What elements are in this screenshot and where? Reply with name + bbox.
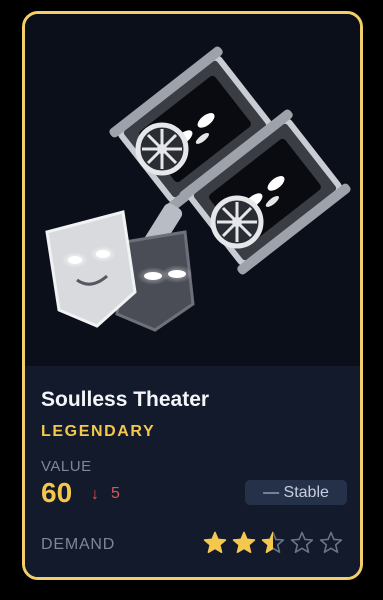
item-artwork xyxy=(25,14,360,366)
item-name: Soulless Theater xyxy=(41,388,210,411)
value-amount: 60 xyxy=(41,477,73,508)
star-icon xyxy=(290,531,314,554)
rarity-label: LEGENDARY xyxy=(41,423,156,440)
star-icon xyxy=(319,531,343,554)
item-card[interactable]: Soulless Theater LEGENDARY VALUE 60 ↓ 5 … xyxy=(22,11,363,580)
star-icon xyxy=(261,531,285,554)
value-change: ↓ 5 xyxy=(91,485,120,503)
trend-badge: — Stable xyxy=(245,480,347,505)
star-icon xyxy=(232,531,256,554)
value-change-amount: 5 xyxy=(111,485,120,502)
arrow-down-icon: ↓ xyxy=(91,486,99,503)
soulless-theater-art xyxy=(45,46,351,332)
star-icon xyxy=(203,531,227,554)
demand-label: DEMAND xyxy=(41,536,116,553)
trend-label: — Stable xyxy=(263,483,329,501)
value-label: VALUE xyxy=(41,458,92,475)
demand-rating xyxy=(203,531,343,555)
item-details: Soulless Theater LEGENDARY VALUE 60 ↓ 5 … xyxy=(25,366,360,577)
